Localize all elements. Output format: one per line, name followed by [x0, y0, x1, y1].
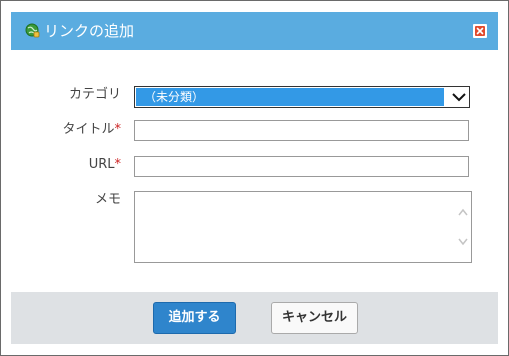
- memo-label: メモ: [94, 192, 121, 207]
- url-label: URL*: [88, 157, 122, 172]
- category-select[interactable]: （未分類）: [134, 86, 470, 108]
- url-field[interactable]: [134, 156, 469, 177]
- category-label: カテゴリ: [68, 87, 121, 102]
- chevron-down-icon[interactable]: [451, 90, 467, 104]
- add-link-dialog: リンクの追加 カテゴリ （未分類） タイトル* URL* メモ 追加する キャン…: [0, 0, 509, 356]
- dialog-title: リンクの追加: [44, 22, 135, 40]
- title-label: タイトル*: [62, 122, 122, 137]
- memo-textarea[interactable]: [134, 191, 472, 263]
- dialog-title-bar: リンクの追加: [11, 12, 498, 50]
- globe-link-icon: [25, 23, 40, 38]
- title-field[interactable]: [134, 120, 469, 141]
- close-icon[interactable]: [475, 26, 485, 36]
- category-selected-value[interactable]: （未分類）: [136, 88, 444, 106]
- add-button[interactable]: 追加する: [153, 302, 236, 334]
- cancel-button[interactable]: キャンセル: [271, 302, 358, 334]
- dialog-footer: 追加する キャンセル: [11, 292, 498, 344]
- required-mark: *: [114, 122, 122, 137]
- close-button[interactable]: [473, 24, 487, 38]
- required-mark: *: [114, 157, 122, 172]
- textarea-scrollbar[interactable]: [455, 192, 471, 262]
